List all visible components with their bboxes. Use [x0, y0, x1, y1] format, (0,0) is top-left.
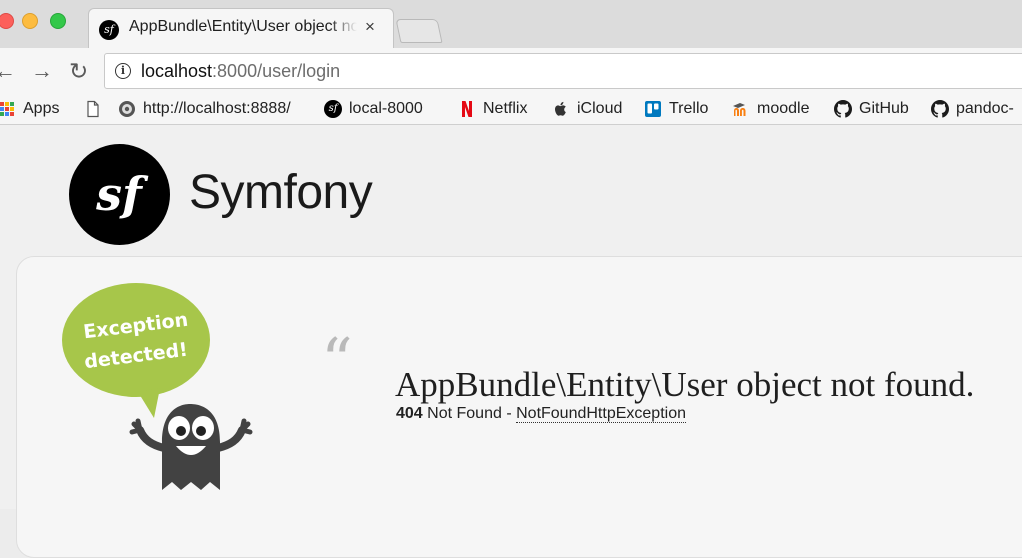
window-maximize-button[interactable]: [50, 13, 66, 29]
forward-arrow-icon[interactable]: →: [31, 60, 53, 82]
window-minimize-button[interactable]: [22, 13, 38, 29]
bookmark-netflix[interactable]: Netflix: [458, 99, 527, 119]
new-tab-button[interactable]: [395, 19, 443, 43]
symfony-icon: sf: [99, 20, 119, 40]
status-code: 404: [396, 405, 423, 422]
reload-icon[interactable]: ↻: [69, 60, 88, 83]
url-path: :8000/user/login: [212, 61, 341, 81]
bookmark-label: Trello: [669, 100, 709, 117]
url-host: localhost: [141, 61, 213, 81]
bookmark-document[interactable]: [84, 99, 102, 119]
bookmark-label: http://localhost:8888/: [143, 100, 291, 117]
bookmark-pandoc[interactable]: pandoc-: [931, 99, 1014, 119]
bookmark-local-8000[interactable]: sf local-8000: [324, 99, 423, 119]
exception-class-link[interactable]: NotFoundHttpException: [516, 405, 686, 423]
bookmark-label: Apps: [23, 100, 60, 117]
netflix-icon: [462, 101, 472, 117]
symfony-logo-mark: sf: [95, 167, 149, 221]
window-close-button[interactable]: [0, 13, 14, 29]
bookmark-label: iCloud: [577, 100, 623, 117]
ghost-icon: [129, 404, 253, 490]
apple-icon: [555, 101, 566, 116]
bookmark-trello[interactable]: Trello: [644, 99, 708, 119]
bookmark-label: local-8000: [349, 100, 423, 117]
info-icon[interactable]: i: [115, 63, 131, 79]
status-separator: -: [506, 405, 512, 422]
symfony-icon: sf: [324, 100, 342, 118]
moodle-icon: [733, 103, 746, 116]
bookmark-label: moodle: [757, 100, 810, 117]
bookmark-label: pandoc-: [956, 100, 1014, 117]
close-icon[interactable]: ×: [365, 17, 375, 37]
github-icon: [931, 100, 949, 118]
bookmark-github[interactable]: GitHub: [834, 99, 909, 119]
tab-active[interactable]: sf AppBundle\Entity\User object not foun…: [88, 8, 394, 49]
toolbar: ← → ↻ i localhost:8000/user/login: [0, 48, 1022, 94]
localhost-icon: [119, 101, 135, 117]
address-bar[interactable]: i localhost:8000/user/login: [104, 53, 1022, 89]
github-icon: [834, 100, 852, 118]
tab-strip: sf AppBundle\Entity\User object not foun…: [0, 0, 1022, 49]
bookmark-moodle[interactable]: moodle: [732, 99, 809, 119]
speech-bubble: Exception detected!: [62, 283, 210, 418]
status-text: Not Found: [427, 405, 502, 422]
exception-status: 404 Not Found - NotFoundHttpException: [396, 405, 686, 423]
url-text: localhost:8000/user/login: [141, 61, 340, 82]
trello-icon: [645, 101, 661, 117]
tab-title: AppBundle\Entity\User object not found.: [129, 18, 357, 35]
quote-icon: “: [321, 324, 353, 397]
symfony-logo-text: sf: [95, 167, 149, 221]
back-arrow-icon[interactable]: ←: [0, 60, 16, 82]
symfony-logo: sf: [69, 144, 170, 245]
bookmarks-bar: Apps http://localhost:8888/ sf local-800…: [0, 94, 1022, 125]
bookmark-label: GitHub: [859, 100, 909, 117]
brand-name: Symfony: [189, 166, 373, 219]
apps-grid-icon: [0, 102, 14, 116]
bookmark-icloud[interactable]: iCloud: [552, 99, 622, 119]
bookmark-apps[interactable]: Apps: [0, 99, 59, 119]
bookmark-label: Netflix: [483, 100, 528, 117]
document-icon: [87, 100, 99, 118]
exception-message: AppBundle\Entity\User object not found.: [395, 365, 975, 404]
bookmark-localhost-8888[interactable]: http://localhost:8888/: [118, 99, 291, 119]
exception-mascot: Exception detected!: [62, 283, 253, 490]
